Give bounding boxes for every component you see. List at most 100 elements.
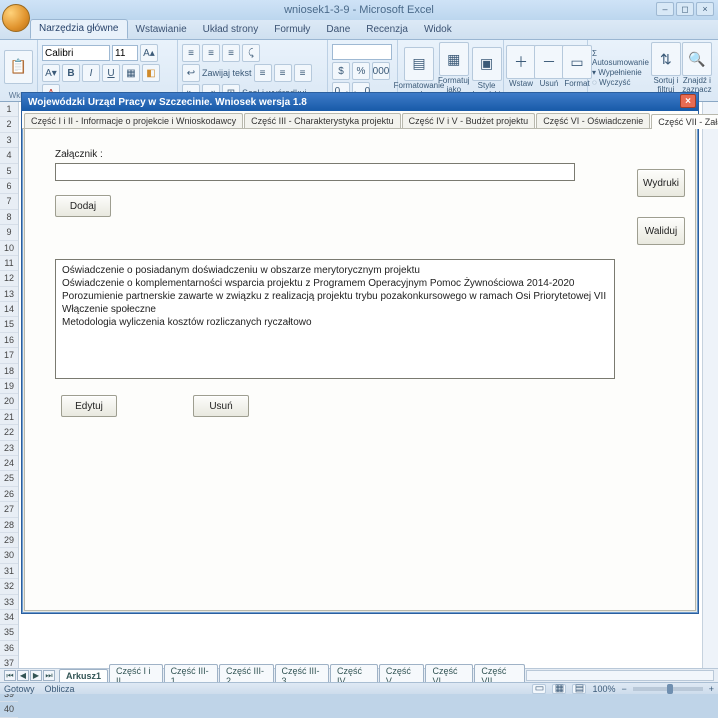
row-header[interactable]: 10	[0, 241, 18, 256]
conditional-format-button[interactable]: ▤	[404, 47, 434, 81]
dialog-tab-4[interactable]: Część VI - Oświadczenie	[536, 113, 650, 128]
sort-filter-button[interactable]: ⇅	[651, 42, 681, 76]
font-name-select[interactable]	[42, 45, 110, 61]
row-header[interactable]: 32	[0, 579, 18, 594]
dialog-tab-5[interactable]: Część VII - Załączniki	[651, 114, 718, 129]
percent-icon[interactable]: %	[352, 62, 370, 80]
wrap-text-button[interactable]: ↩	[182, 64, 200, 82]
fill-button[interactable]: ▾ Wypełnienie	[592, 68, 649, 77]
row-header[interactable]: 13	[0, 287, 18, 302]
row-header[interactable]: 40	[0, 702, 18, 717]
edit-button[interactable]: Edytuj	[61, 395, 117, 417]
row-header[interactable]: 9	[0, 225, 18, 240]
borders-button[interactable]: ▦	[122, 64, 140, 82]
ribbon-tab-layout[interactable]: Układ strony	[195, 21, 267, 39]
row-header[interactable]: 19	[0, 379, 18, 394]
row-header[interactable]: 14	[0, 302, 18, 317]
row-header[interactable]: 7	[0, 194, 18, 209]
sheet-nav-prev-icon[interactable]: ◀	[17, 670, 29, 681]
ribbon-tab-review[interactable]: Recenzja	[358, 21, 416, 39]
add-button[interactable]: Dodaj	[55, 195, 111, 217]
attachments-listbox[interactable]: Oświadczenie o posiadanym doświadczeniu …	[55, 259, 615, 379]
row-header[interactable]: 34	[0, 610, 18, 625]
row-header[interactable]: 23	[0, 441, 18, 456]
list-item[interactable]: Oświadczenie o komplementarności wsparci…	[62, 277, 608, 290]
row-header[interactable]: 30	[0, 548, 18, 563]
format-as-table-button[interactable]: ▦	[439, 42, 469, 76]
increase-font-icon[interactable]: A▴	[140, 44, 158, 62]
row-header[interactable]: 25	[0, 471, 18, 486]
number-format-select[interactable]	[332, 44, 392, 60]
restore-button[interactable]: ◻	[676, 2, 694, 16]
italic-button[interactable]: I	[82, 64, 100, 82]
office-button[interactable]	[2, 4, 30, 32]
align-right-icon[interactable]: ≡	[294, 64, 312, 82]
row-header[interactable]: 3	[0, 133, 18, 148]
row-header[interactable]: 22	[0, 425, 18, 440]
row-header[interactable]: 2	[0, 117, 18, 132]
sheet-nav-next-icon[interactable]: ▶	[30, 670, 42, 681]
horizontal-scrollbar[interactable]	[526, 670, 714, 681]
row-header[interactable]: 27	[0, 502, 18, 517]
row-header[interactable]: 31	[0, 564, 18, 579]
list-item[interactable]: Porozumienie partnerskie zawarte w związ…	[62, 290, 608, 316]
cell-styles-button[interactable]: ▣	[472, 47, 502, 81]
view-normal-icon[interactable]: ▭	[532, 684, 546, 694]
align-left-icon[interactable]: ≡	[254, 64, 272, 82]
ribbon-tab-data[interactable]: Dane	[318, 21, 358, 39]
align-center-icon[interactable]: ≡	[274, 64, 292, 82]
align-top-icon[interactable]: ≡	[182, 44, 200, 62]
row-header[interactable]: 16	[0, 333, 18, 348]
row-header[interactable]: 15	[0, 317, 18, 332]
sheet-nav-first-icon[interactable]: ⏮	[4, 670, 16, 681]
sheet-nav-last-icon[interactable]: ⏭	[43, 670, 55, 681]
zoom-in-icon[interactable]: +	[709, 684, 714, 694]
underline-button[interactable]: U	[102, 64, 120, 82]
find-select-button[interactable]: 🔍	[682, 42, 712, 76]
row-header[interactable]: 20	[0, 394, 18, 409]
orientation-icon[interactable]: ⤹	[242, 44, 260, 62]
paste-button[interactable]: 📋	[4, 50, 33, 84]
autosum-button[interactable]: Σ Autosumowanie	[592, 49, 649, 67]
row-header[interactable]: 5	[0, 164, 18, 179]
view-layout-icon[interactable]: ▦	[552, 684, 566, 694]
minimize-button[interactable]: –	[656, 2, 674, 16]
row-header[interactable]: 18	[0, 364, 18, 379]
insert-cells-button[interactable]: ＋	[506, 45, 536, 79]
delete-button[interactable]: Usuń	[193, 395, 249, 417]
close-button[interactable]: ×	[696, 2, 714, 16]
clear-button[interactable]: ◌ Wyczyść	[592, 78, 649, 87]
ribbon-tab-formulas[interactable]: Formuły	[266, 21, 318, 39]
row-header[interactable]: 17	[0, 348, 18, 363]
row-header[interactable]: 28	[0, 518, 18, 533]
zoom-out-icon[interactable]: −	[621, 684, 626, 694]
print-button[interactable]: Wydruki	[637, 169, 685, 197]
dialog-tab-1[interactable]: Część I i II - Informacje o projekcie i …	[24, 113, 243, 128]
sheet-tab[interactable]: Arkusz1	[59, 669, 108, 682]
dialog-tab-3[interactable]: Część IV i V - Budżet projektu	[402, 113, 536, 128]
row-header[interactable]: 21	[0, 410, 18, 425]
comma-icon[interactable]: 000	[372, 62, 390, 80]
attachment-input[interactable]	[55, 163, 575, 181]
ribbon-tab-insert[interactable]: Wstawianie	[128, 21, 195, 39]
row-header[interactable]: 8	[0, 210, 18, 225]
align-middle-icon[interactable]: ≡	[202, 44, 220, 62]
currency-icon[interactable]: $	[332, 62, 350, 80]
validate-button[interactable]: Waliduj	[637, 217, 685, 245]
row-header[interactable]: 11	[0, 256, 18, 271]
list-item[interactable]: Metodologia wyliczenia kosztów rozliczan…	[62, 316, 608, 329]
vertical-scrollbar[interactable]	[702, 102, 718, 668]
row-header[interactable]: 1	[0, 102, 18, 117]
row-header[interactable]: 4	[0, 148, 18, 163]
zoom-slider[interactable]	[633, 687, 703, 691]
view-pagebreak-icon[interactable]: ▤	[572, 684, 586, 694]
delete-cells-button[interactable]: －	[534, 45, 564, 79]
dialog-tab-2[interactable]: Część III - Charakterystyka projektu	[244, 113, 401, 128]
row-header[interactable]: 35	[0, 625, 18, 640]
row-header[interactable]: 36	[0, 641, 18, 656]
decrease-font-icon[interactable]: A▾	[42, 64, 60, 82]
align-bottom-icon[interactable]: ≡	[222, 44, 240, 62]
ribbon-tab-view[interactable]: Widok	[416, 21, 460, 39]
ribbon-tab-home[interactable]: Narzędzia główne	[30, 19, 128, 39]
row-header[interactable]: 24	[0, 456, 18, 471]
